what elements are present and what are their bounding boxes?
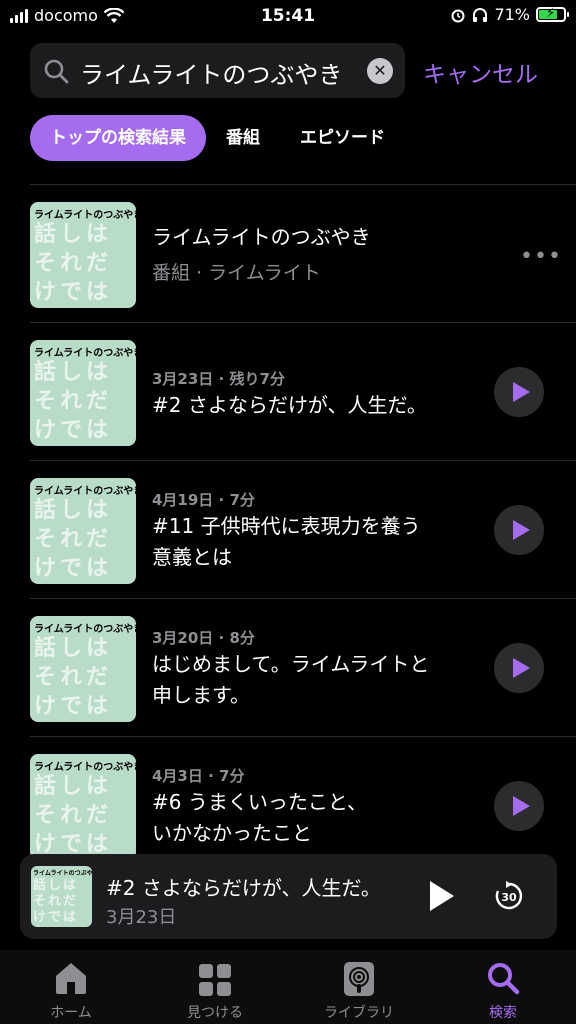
artwork-title: ライムライトのつぶやき xyxy=(34,624,136,635)
tab-browse[interactable]: 見つける xyxy=(165,958,265,1022)
tab-label: ライブラリ xyxy=(324,1005,394,1021)
status-right: 71% ⚡ xyxy=(450,5,569,24)
tab-home[interactable]: ホーム xyxy=(21,958,121,1022)
alarm-icon xyxy=(451,9,465,22)
episode-title-line2: 意義とは xyxy=(152,545,232,569)
home-icon xyxy=(56,963,86,994)
result-episode[interactable]: ライムライトのつぶやき 話しはそれだけではない 3月23日 · 残り7分 #2 … xyxy=(30,324,576,462)
divider xyxy=(30,736,576,737)
episode-artwork: ライムライトのつぶやき 話しはそれだけではない xyxy=(30,340,136,446)
episode-meta: 4月19日 · 7分 xyxy=(152,491,255,509)
artwork-text: 話しはそれだけではない xyxy=(34,636,113,719)
tab-library[interactable]: ライブラリ xyxy=(309,958,409,1022)
search-icon xyxy=(488,963,520,995)
divider xyxy=(30,460,576,461)
episode-artwork: ライムライトのつぶやき 話しはそれだけではない xyxy=(30,478,136,584)
search-icon xyxy=(44,59,69,84)
chip-top-results[interactable]: トップの検索結果 xyxy=(30,115,206,161)
play-icon[interactable] xyxy=(494,643,544,693)
chip-episodes[interactable]: エピソード xyxy=(280,115,405,161)
status-bar: docomo 15:41 71% ⚡ xyxy=(0,0,576,34)
play-icon[interactable] xyxy=(430,881,454,911)
result-title: ライムライトのつぶやき xyxy=(152,225,371,249)
episode-title-line1: #6 うまくいったこと、 xyxy=(152,790,368,814)
clear-icon[interactable]: ✕ xyxy=(367,58,393,84)
artwork-text: 話しはそれだけではない xyxy=(34,498,113,581)
episode-title-line1: #2 さよならだけが、人生だ。 xyxy=(152,393,427,417)
episode-meta: 3月20日 · 8分 xyxy=(152,629,255,647)
episode-meta: 4月3日 · 7分 xyxy=(152,767,245,785)
tab-bar: ホーム 見つける ライブラリ 検索 xyxy=(0,950,576,1024)
search-row: ライムライトのつぶやき ✕ キャンセル xyxy=(30,43,560,99)
grid-icon xyxy=(199,964,231,996)
mini-player[interactable]: ライムライトのつぶやき 話しはそれだけではない #2 さよならだけが、人生だ。 … xyxy=(20,854,557,939)
play-icon[interactable] xyxy=(494,367,544,417)
divider xyxy=(30,322,576,323)
filter-chips: トップの検索結果 番組 エピソード xyxy=(30,114,405,162)
episode-meta: 3月23日 · 残り7分 xyxy=(152,370,285,388)
divider xyxy=(30,184,576,185)
search-input[interactable]: ライムライトのつぶやき xyxy=(80,55,342,90)
artwork-text: 話しはそれだけではない xyxy=(34,774,113,857)
artwork-title: ライムライトのつぶやき xyxy=(34,210,136,221)
episode-title-line1: はじめまして。ライムライトと xyxy=(152,652,430,676)
result-subtitle: 番組 · ライムライト xyxy=(152,262,321,284)
divider xyxy=(30,598,576,599)
episode-title-line2: 申します。 xyxy=(152,683,250,707)
tab-label: ホーム xyxy=(50,1005,92,1021)
episode-title-line2: いかなかったこと xyxy=(152,821,312,845)
mini-player-date: 3月23日 xyxy=(106,907,177,928)
play-icon[interactable] xyxy=(494,781,544,831)
artwork-title: ライムライトのつぶやき xyxy=(33,870,92,877)
tab-label: 検索 xyxy=(489,1005,517,1021)
battery-percent: 71% xyxy=(494,5,530,24)
artwork-title: ライムライトのつぶやき xyxy=(34,348,136,359)
tab-label: 見つける xyxy=(187,1005,243,1021)
more-icon[interactable]: ••• xyxy=(520,244,562,269)
episode-title-line1: #11 子供時代に表現力を養う xyxy=(152,514,421,538)
chip-shows[interactable]: 番組 xyxy=(206,115,280,161)
artwork-title: ライムライトのつぶやき xyxy=(34,762,136,773)
mini-player-title: #2 さよならだけが、人生だ。 xyxy=(106,876,381,900)
result-show[interactable]: ライムライトのつぶやき 話しはそれだけではない ライムライトのつぶやき 番組 ·… xyxy=(30,186,576,324)
artwork-text: 話しはそれだけではない xyxy=(34,360,113,443)
artwork-text: 話しはそれだけではない xyxy=(34,222,113,305)
play-icon[interactable] xyxy=(494,505,544,555)
episode-artwork: ライムライトのつぶやき 話しはそれだけではない xyxy=(30,616,136,722)
battery-icon: ⚡ xyxy=(536,6,569,22)
library-icon xyxy=(344,962,374,996)
skip-forward-30-icon[interactable]: 30 xyxy=(493,880,525,912)
cancel-button[interactable]: キャンセル xyxy=(423,55,538,89)
skip-label: 30 xyxy=(501,891,517,904)
result-episode[interactable]: ライムライトのつぶやき 話しはそれだけではない 3月20日 · 8分 はじめまし… xyxy=(30,600,576,738)
mini-player-artwork: ライムライトのつぶやき 話しはそれだけではない xyxy=(31,866,92,927)
episode-artwork: ライムライトのつぶやき 話しはそれだけではない xyxy=(30,754,136,860)
artwork-text: 話しはそれだけではない xyxy=(33,878,79,927)
result-episode[interactable]: ライムライトのつぶやき 話しはそれだけではない 4月19日 · 7分 #11 子… xyxy=(30,462,576,600)
tab-search[interactable]: 検索 xyxy=(453,958,553,1022)
show-artwork: ライムライトのつぶやき 話しはそれだけではない xyxy=(30,202,136,308)
headphones-icon xyxy=(473,7,488,22)
search-field[interactable]: ライムライトのつぶやき ✕ xyxy=(30,43,405,98)
artwork-title: ライムライトのつぶやき xyxy=(34,486,136,497)
